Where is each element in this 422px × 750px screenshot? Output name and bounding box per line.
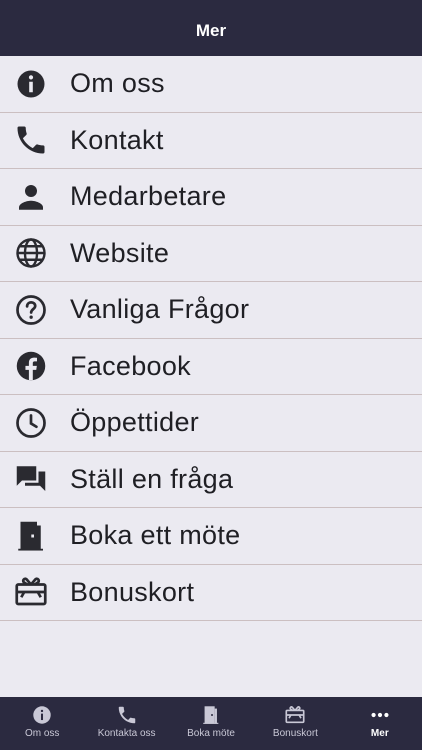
menu-item-kontakt[interactable]: Kontakt <box>0 112 422 169</box>
help-icon <box>13 292 49 328</box>
menu-item-label: Facebook <box>70 350 191 381</box>
more-icon <box>371 712 389 718</box>
bottom-tab-bar: Om oss Kontakta oss Boka möte Bonuskort … <box>0 697 422 750</box>
menu-item-website[interactable]: Website <box>0 225 422 282</box>
top-bar: Mer <box>0 0 422 56</box>
tab-label: Kontakta oss <box>97 728 156 739</box>
menu-item-label: Om oss <box>70 68 165 99</box>
menu-item-label: Website <box>70 237 170 268</box>
chat-icon <box>13 461 49 497</box>
menu-item-oppettider[interactable]: Öppettider <box>0 395 422 452</box>
tab-label: Boka möte <box>187 728 235 739</box>
info-icon <box>13 66 49 102</box>
menu-item-label: Boka ett möte <box>70 520 241 551</box>
tab-kontakta-oss[interactable]: Kontakta oss <box>84 697 168 750</box>
menu-item-label: Öppettider <box>70 407 200 438</box>
menu-item-vanliga-fragor[interactable]: Vanliga Frågor <box>0 282 422 339</box>
facebook-icon <box>13 348 49 384</box>
menu-item-bonuskort[interactable]: Bonuskort <box>0 564 422 621</box>
tab-label: Bonuskort <box>272 728 318 739</box>
menu-item-boka-ett-mote[interactable]: Boka ett möte <box>0 508 422 565</box>
menu-item-stall-en-fraga[interactable]: Ställ en fråga <box>0 451 422 508</box>
menu-item-medarbetare[interactable]: Medarbetare <box>0 169 422 226</box>
clock-icon <box>13 405 49 441</box>
door-icon <box>13 518 49 554</box>
gift-card-icon <box>285 706 305 724</box>
page-title: Mer <box>195 21 227 40</box>
menu-item-om-oss[interactable]: Om oss <box>0 56 422 113</box>
menu-item-label: Ställ en fråga <box>70 463 234 494</box>
door-icon <box>203 706 219 724</box>
menu-item-label: Vanliga Frågor <box>70 294 250 325</box>
tab-bonuskort[interactable]: Bonuskort <box>253 697 337 750</box>
phone-icon <box>118 706 135 724</box>
tab-boka-mote[interactable]: Boka möte <box>169 697 253 750</box>
menu-item-label: Medarbetare <box>70 181 227 212</box>
tab-om-oss[interactable]: Om oss <box>0 697 84 750</box>
tab-mer[interactable]: Mer <box>338 697 422 750</box>
phone-icon <box>13 122 49 158</box>
menu-item-label: Bonuskort <box>70 576 195 607</box>
person-icon <box>13 179 49 215</box>
info-icon <box>33 706 51 724</box>
tab-label: Om oss <box>24 728 60 739</box>
menu-item-facebook[interactable]: Facebook <box>0 338 422 395</box>
gift-card-icon <box>13 574 49 610</box>
menu-item-label: Kontakt <box>70 124 164 155</box>
more-menu-list: Om oss Kontakt Medarbetare Website Vanli… <box>0 56 422 621</box>
tab-label: Mer <box>370 728 389 739</box>
globe-icon <box>13 235 49 271</box>
